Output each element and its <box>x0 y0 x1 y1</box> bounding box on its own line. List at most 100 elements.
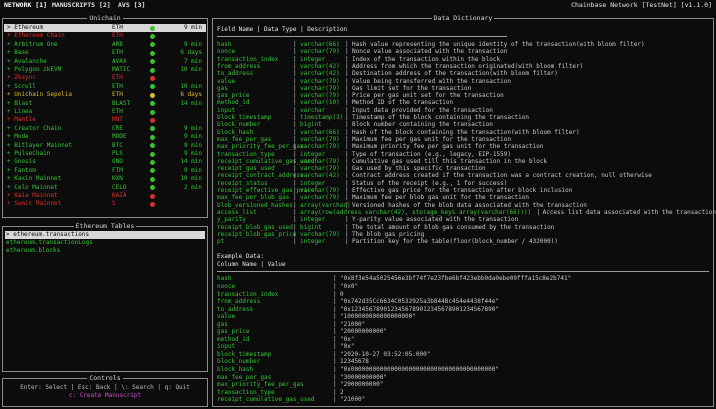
chain-name[interactable]: + Blast <box>7 100 32 108</box>
chain-name[interactable]: + Mode <box>7 133 29 141</box>
chain-sync-time: 9 min <box>183 166 202 174</box>
table-item[interactable]: ethereum.blocks <box>5 247 205 255</box>
chain-row[interactable]: + Unichain Sepolia ETH 6 days <box>4 91 206 99</box>
controls-panel: Controls Enter: Select | Esc: Back | \: … <box>2 374 208 407</box>
unichain-panel: Unichain > Ethereum ETH 9 min + Ethereum Ch… <box>2 14 208 218</box>
chain-name[interactable]: + Scroll <box>7 83 36 91</box>
chain-sync-time: 6 days <box>180 91 202 99</box>
chain-row[interactable]: + Celo Mainnet CELO 2 min <box>4 184 206 192</box>
status-indicator-icon <box>150 151 155 157</box>
chain-symbol: CRE <box>112 124 123 132</box>
status-indicator-icon <box>150 84 155 90</box>
chain-row[interactable]: + Linea ETH <box>4 108 206 116</box>
chain-row[interactable]: + Kaxin Mainnet KXN 10 min <box>4 175 206 183</box>
table-item[interactable]: ethereum.transactionLogs <box>5 239 205 247</box>
chain-name[interactable]: + Kaxin Mainnet <box>7 175 61 183</box>
status-indicator-icon <box>150 168 155 174</box>
chain-name[interactable]: + Bitlayer Mainnet <box>7 142 72 150</box>
chain-name[interactable]: + Creator Chain <box>7 125 61 133</box>
controls-keys: Enter: Select | Esc: Back | \: Search | … <box>20 384 190 391</box>
status-indicator-icon <box>150 33 155 39</box>
chain-name[interactable]: + Ethereum Chain <box>7 32 65 40</box>
chain-name[interactable]: + Fantom <box>7 167 36 175</box>
chain-symbol: ETH <box>112 24 123 31</box>
chain-row[interactable]: + Bitlayer Mainnet BTC 9 min <box>4 142 206 150</box>
status-indicator-icon <box>150 67 155 73</box>
status-indicator-icon <box>150 176 155 182</box>
chain-row[interactable]: + Kaia Mainnet KAIA <box>4 192 206 200</box>
status-indicator-icon <box>150 25 155 31</box>
chain-name[interactable]: + PulseChain <box>7 150 50 158</box>
chain-symbol: ETH <box>112 74 123 82</box>
chain-name[interactable]: + Sonic Mainnet <box>7 200 61 208</box>
tab-network[interactable]: NETWORK [1] <box>4 1 47 9</box>
chain-row[interactable]: + Gnosis GNO 14 min <box>4 158 206 166</box>
create-manuscript-label[interactable]: c: Create Manuscript <box>69 392 141 399</box>
status-indicator-icon <box>150 101 155 107</box>
chain-row[interactable]: + Mode MODE 9 min <box>4 133 206 141</box>
chain-name[interactable]: + Unichain Sepolia <box>7 91 72 99</box>
field-name: pt <box>217 238 225 246</box>
chain-row[interactable]: + Sonic Mainnet S <box>4 200 206 208</box>
chain-row[interactable]: + Fantom FTM 9 min <box>4 167 206 175</box>
chain-row[interactable]: + Mantle MNT <box>4 116 206 124</box>
chain-name[interactable]: + Linea <box>7 108 32 116</box>
chain-row[interactable]: + Blast BLAST 14 min <box>4 100 206 108</box>
tab-avs[interactable]: AVS [3] <box>118 1 145 9</box>
network-info: Chainbase Network [TestNet] [v1.1.0] <box>571 1 712 9</box>
chain-sync-time: 7 min <box>183 57 202 65</box>
chain-symbol: KXN <box>112 175 123 183</box>
chain-name[interactable]: + Gnosis <box>7 158 36 166</box>
separator: | <box>333 396 337 404</box>
chain-row[interactable]: + Arbitrum One ARB 9 min <box>4 41 206 49</box>
chain-name[interactable]: + Base <box>7 49 29 57</box>
status-indicator-icon <box>150 42 155 48</box>
chain-sync-time: 9 min <box>183 150 202 157</box>
chain-name[interactable]: + Zksync <box>7 74 36 82</box>
chain-row[interactable]: > Ethereum ETH 9 min <box>4 24 206 32</box>
chain-name[interactable]: + Mantle <box>7 116 36 124</box>
chain-row[interactable]: + PulseChain PLS 9 min <box>4 150 206 158</box>
chain-name[interactable]: + Avalanche <box>7 58 47 66</box>
chain-symbol: CELO <box>112 183 127 191</box>
status-indicator-icon <box>150 201 155 207</box>
field-row: pt | integer | Partition key for the table(f… <box>217 238 713 246</box>
chain-name[interactable]: + Polygon zkEVM <box>7 66 61 74</box>
example-row: receipt_cumulative_gas_used | "21000" <box>217 396 713 404</box>
chain-row[interactable]: + Scroll ETH 10 min <box>4 83 206 91</box>
status-indicator-icon <box>150 50 155 56</box>
chain-symbol: MODE <box>112 133 127 141</box>
status-indicator-icon <box>150 117 155 123</box>
chain-symbol: ETH <box>112 82 123 90</box>
field-type: integer <box>300 238 326 246</box>
data-dictionary-title: Data Dictionary <box>431 14 495 22</box>
dictionary-header: Field Name | Data Type | Description <box>217 26 348 33</box>
chain-row[interactable]: + Zksync ETH <box>4 74 206 82</box>
tab-manuscripts[interactable]: MANUSCRIPTS [2] <box>52 1 111 9</box>
table-item[interactable]: > ethereum.transactions <box>5 231 205 239</box>
chain-row[interactable]: + Base ETH 6 days <box>4 49 206 57</box>
example-divider <box>217 271 709 273</box>
chain-symbol: ETH <box>112 108 123 115</box>
chain-name[interactable]: + Celo Mainnet <box>7 184 58 192</box>
status-indicator-icon <box>150 109 155 115</box>
chain-name[interactable]: + Kaia Mainnet <box>7 192 58 200</box>
example-column-name: receipt_cumulative_gas_used <box>217 396 315 404</box>
chain-row[interactable]: + Polygon zkEVM MATIC 10 min <box>4 66 206 74</box>
chain-symbol: BLAST <box>112 99 131 107</box>
chain-symbol: MNT <box>112 116 123 124</box>
chain-symbol: BTC <box>112 141 123 149</box>
chain-sync-time: 9 min <box>183 141 202 149</box>
chain-row[interactable]: + Avalanche AVAX 7 min <box>4 58 206 66</box>
status-indicator-icon <box>150 75 155 81</box>
chain-symbol: ETH <box>112 49 123 57</box>
status-indicator-icon <box>150 126 155 132</box>
chain-sync-time: 6 days <box>180 49 202 57</box>
chain-sync-time: 10 min <box>180 82 202 90</box>
chain-row[interactable]: + Creator Chain CRE 9 min <box>4 125 206 133</box>
chain-name[interactable]: > Ethereum <box>7 24 43 32</box>
chain-row[interactable]: + Ethereum Chain ETH <box>4 32 206 40</box>
header-divider <box>217 36 507 37</box>
create-manuscript-hint[interactable]: c: Create Manuscript <box>3 392 207 400</box>
chain-name[interactable]: + Arbitrum One <box>7 41 58 49</box>
